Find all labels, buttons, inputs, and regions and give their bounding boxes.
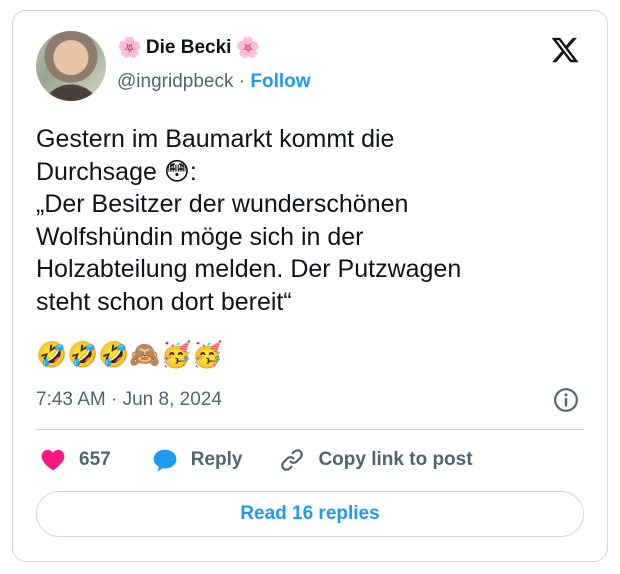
heart-icon xyxy=(41,449,65,471)
timestamp-separator: · xyxy=(111,389,118,410)
author-name-row[interactable]: 🌸 Die Becki 🌸 xyxy=(117,37,260,59)
flower-emoji-left: 🌸 xyxy=(117,37,142,59)
reply-button[interactable]: Reply xyxy=(151,447,243,473)
tweet-text: Gestern im Baumarkt kommt die Durchsage … xyxy=(36,125,462,316)
tweet-timestamp[interactable]: 7:43 AM · Jun 8, 2024 xyxy=(36,389,222,411)
author-handle[interactable]: @ingridpbeck xyxy=(117,71,233,92)
like-button[interactable]: 657 xyxy=(39,447,111,473)
info-icon[interactable] xyxy=(553,387,579,413)
handle-separator: · xyxy=(238,71,246,92)
action-bar: 657 Reply Copy link to post xyxy=(39,447,473,473)
read-replies-button[interactable]: Read 16 replies xyxy=(36,491,584,537)
avatar[interactable] xyxy=(36,31,106,101)
read-replies-label: Read 16 replies xyxy=(240,503,380,524)
tweet-date: Jun 8, 2024 xyxy=(122,389,222,410)
copy-link-label: Copy link to post xyxy=(318,449,473,470)
author-name[interactable]: Die Becki xyxy=(146,37,232,59)
copy-link-button[interactable]: Copy link to post xyxy=(278,447,473,473)
tweet-card: 🌸 Die Becki 🌸 @ingridpbeck · Follow Gest… xyxy=(12,10,608,562)
x-logo-icon[interactable] xyxy=(549,35,581,65)
divider xyxy=(36,429,584,430)
flower-emoji-right: 🌸 xyxy=(235,37,261,59)
follow-button[interactable]: Follow xyxy=(250,71,310,92)
speech-bubble-icon xyxy=(153,449,177,472)
reply-label: Reply xyxy=(190,449,243,470)
tweet-emoji-line: 🤣🤣🤣🙈🥳🥳 xyxy=(36,341,223,369)
tweet-time: 7:43 AM xyxy=(36,389,106,410)
likes-count: 657 xyxy=(79,449,111,470)
author-handle-row: @ingridpbeck · Follow xyxy=(117,71,311,93)
link-icon xyxy=(281,449,304,471)
